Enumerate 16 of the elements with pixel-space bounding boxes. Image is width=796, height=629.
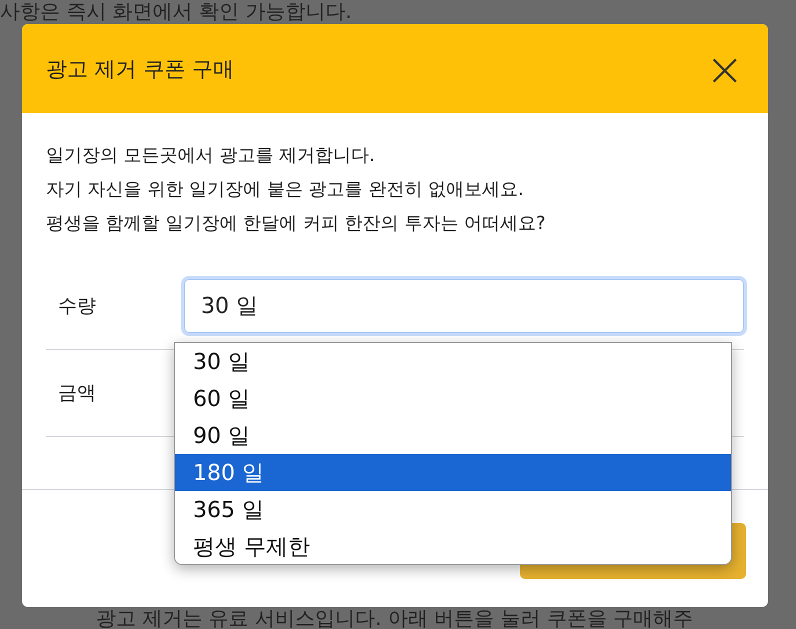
dropdown-option[interactable]: 30 일 [175, 343, 731, 380]
quantity-label: 수량 [57, 294, 97, 319]
dropdown-option[interactable]: 90 일 [175, 417, 731, 454]
dialog-title: 광고 제거 쿠폰 구매 [46, 56, 234, 82]
notice-text: 사항은 즉시 화면에서 확인 가능합니다. [0, 0, 353, 22]
dropdown-option[interactable]: 180 일 [175, 454, 731, 491]
dropdown-option[interactable]: 365 일 [175, 491, 731, 528]
amount-label: 금액 [57, 381, 97, 406]
description-text: 자기 자신을 위한 일기장에 붙은 광고를 완전히 없애보세요. [46, 178, 525, 202]
dropdown-option[interactable]: 평생 무제한 [175, 528, 731, 564]
notice-text: 광고 제거는 유료 서비스입니다. 아래 버튼을 눌러 쿠폰을 구매해주 [95, 607, 694, 629]
description-text: 일기장의 모든곳에서 광고를 제거합니다. [46, 144, 376, 168]
quantity-select[interactable]: 30 일 [184, 279, 744, 333]
description-text: 평생을 함께할 일기장에 한달에 커피 한잔의 투자는 어떠세요? [46, 212, 547, 236]
close-button[interactable]: × [703, 46, 746, 92]
dropdown-option[interactable]: 60 일 [175, 380, 731, 417]
